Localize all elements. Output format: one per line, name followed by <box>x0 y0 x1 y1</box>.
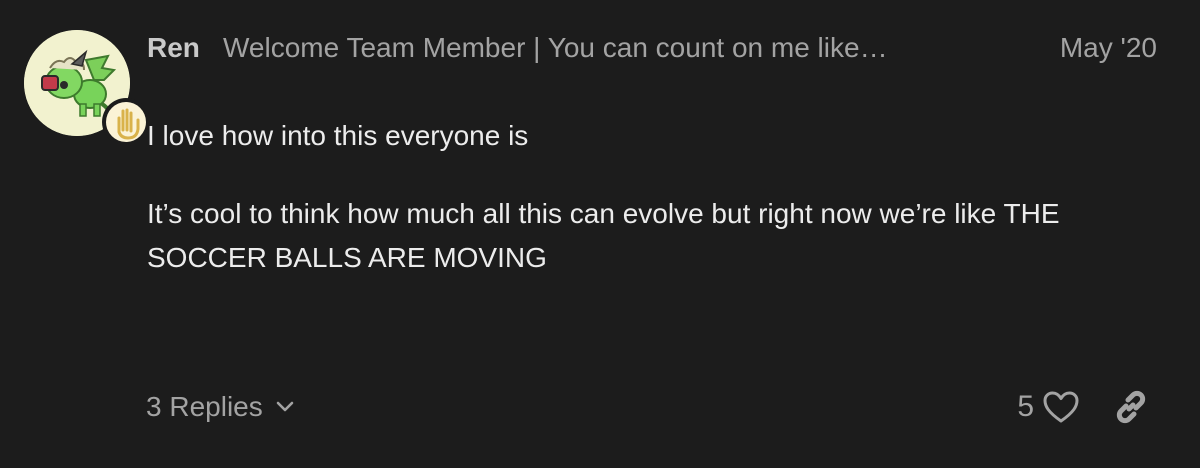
post-header: Ren Welcome Team Member | You can count … <box>147 30 1157 66</box>
post-paragraph: It’s cool to think how much all this can… <box>147 198 1060 273</box>
post-actions: 5 <box>1017 384 1150 430</box>
user-title: Welcome Team Member | You can count on m… <box>223 32 888 63</box>
like-count[interactable]: 5 <box>1017 390 1034 424</box>
share-link-button[interactable] <box>1112 388 1150 426</box>
link-icon <box>1116 390 1146 424</box>
post-body: I love how into this everyone is It’s co… <box>147 114 1117 280</box>
like-button[interactable] <box>1042 390 1080 424</box>
replies-toggle-button[interactable]: 3 Replies <box>146 384 297 430</box>
avatar-container[interactable] <box>24 30 150 146</box>
replies-label: 3 Replies <box>146 391 263 422</box>
username[interactable]: Ren <box>147 30 205 66</box>
chevron-down-icon <box>276 401 294 412</box>
post-date[interactable]: May '20 <box>1033 30 1157 66</box>
raised-hand-flair-icon <box>102 98 150 146</box>
post-paragraph: I love how into this everyone is <box>147 120 529 151</box>
heart-icon <box>1043 391 1079 423</box>
post: Ren Welcome Team Member | You can count … <box>0 0 1200 468</box>
